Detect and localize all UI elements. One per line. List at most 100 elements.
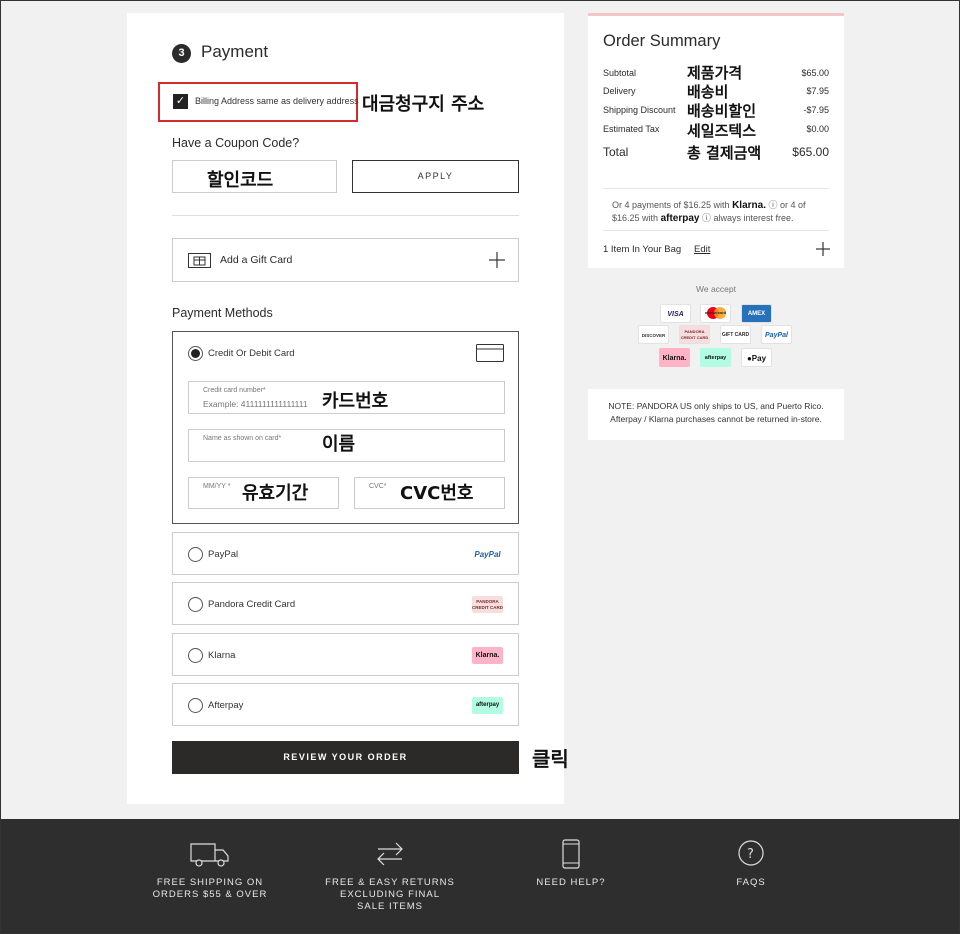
afterpay-radio[interactable] — [188, 698, 203, 713]
klarna-method[interactable]: Klarna Klarna. — [172, 633, 519, 676]
note-line-1: NOTE: PANDORA US only ships to US, and P… — [608, 401, 824, 411]
paypal-logo: PayPal — [474, 550, 501, 559]
name-annotation: 이름 — [322, 434, 356, 455]
pandora-credit-logo: PANDORA CREDIT CARD — [472, 596, 503, 613]
delivery-value: $7.95 — [806, 86, 829, 96]
billing-same-checkbox[interactable]: ✓ — [173, 94, 188, 109]
footer-shipping-line2: ORDERS $55 & OVER — [152, 889, 268, 900]
klarna-accept-logo: Klarna. — [659, 348, 690, 367]
footer-free-returns[interactable]: FREE & EASY RETURNS EXCLUDING FINAL SALE… — [320, 819, 460, 913]
paypal-accept-logo: PayPal — [761, 325, 792, 344]
review-order-button[interactable]: REVIEW YOUR ORDER — [172, 741, 519, 774]
apple-pay-text: Pay — [751, 354, 767, 363]
footer-help-label: NEED HELP? — [536, 877, 606, 888]
summary-row-tax: Estimated Tax 세일즈텍스 $0.00 — [603, 122, 829, 140]
card-number-placeholder: Example: 4111111111111111 — [203, 399, 308, 409]
installments-line-2: $16.25 with afterpay ⓘ always interest f… — [603, 212, 829, 225]
order-summary-title: Order Summary — [603, 32, 721, 50]
cvc-field[interactable]: CVC* CVC번호 — [354, 477, 505, 509]
review-annotation: 클릭 — [532, 747, 569, 771]
tax-value: $0.00 — [806, 124, 829, 134]
visa-logo: VISA — [660, 304, 691, 323]
credit-card-radio[interactable] — [188, 346, 203, 361]
exchange-arrows-icon — [377, 842, 403, 866]
apply-coupon-button[interactable]: APPLY — [352, 160, 519, 193]
total-annotation: 총 결제금액 — [687, 144, 762, 162]
discover-logo: DISCOVER — [638, 325, 669, 344]
subtotal-value: $65.00 — [801, 68, 829, 78]
billing-same-label: Billing Address same as delivery address — [195, 96, 359, 106]
klarna-label: Klarna — [208, 650, 236, 661]
we-accept-title: We accept — [695, 284, 736, 294]
footer-returns-line2: EXCLUDING FINAL — [340, 889, 440, 900]
gift-card-icon — [188, 253, 211, 268]
afterpay-logo: afterpay — [472, 697, 503, 714]
klarna-radio[interactable] — [188, 648, 203, 663]
coupon-input[interactable]: 할인코드 — [172, 160, 337, 193]
afterpay-method[interactable]: Afterpay afterpay — [172, 683, 519, 726]
pandora-credit-card-method[interactable]: Pandora Credit Card PANDORA CREDIT CARD — [172, 582, 519, 625]
installments-text-2: $16.25 with — [612, 213, 659, 223]
afterpay-label: Afterpay — [208, 700, 244, 711]
section-divider — [172, 215, 519, 216]
footer-returns-line1: FREE & EASY RETURNS — [325, 877, 455, 888]
step-number-badge: 3 — [172, 44, 191, 63]
pandora-credit-card-logo: PANDORA CREDIT CARD — [679, 325, 710, 344]
paypal-radio[interactable] — [188, 547, 203, 562]
subtotal-annotation: 제품가격 — [687, 64, 743, 82]
edit-bag-link[interactable]: Edit — [694, 244, 710, 255]
bag-count-label: 1 Item In Your Bag — [603, 244, 682, 255]
cardholder-name-field[interactable]: Name as shown on card* 이름 — [188, 429, 505, 462]
summary-row-total: Total 총 결제금액 $65.00 — [603, 144, 829, 163]
note-line-2: Afterpay / Klarna purchases cannot be re… — [610, 414, 822, 424]
footer-free-shipping[interactable]: FREE SHIPPING ON ORDERS $55 & OVER — [140, 819, 280, 901]
paypal-method[interactable]: PayPal PayPal — [172, 532, 519, 575]
billing-same-highlight[interactable]: ✓ Billing Address same as delivery addre… — [158, 82, 359, 122]
pandora-credit-label: Pandora Credit Card — [208, 599, 296, 610]
add-gift-card-label: Add a Gift Card — [220, 254, 293, 266]
footer-need-help[interactable]: NEED HELP? — [511, 819, 631, 889]
klarna-word: Klarna. — [732, 200, 766, 211]
mastercard-logo: mastercard — [700, 304, 731, 323]
add-gift-card-row[interactable]: Add a Gift Card — [172, 238, 519, 282]
footer-shipping-line1: FREE SHIPPING ON — [156, 877, 264, 888]
footer-faqs-label: FAQS — [736, 877, 766, 888]
mastercard-text: mastercard — [704, 310, 727, 315]
delivery-annotation: 배송비 — [687, 83, 729, 101]
plus-icon[interactable] — [489, 252, 505, 268]
credit-card-method-label: Credit Or Debit Card — [208, 348, 295, 359]
credit-card-method[interactable]: Credit Or Debit Card Credit card number*… — [172, 331, 519, 524]
payment-panel: 3 Payment ✓ Billing Address same as deli… — [127, 13, 564, 804]
expand-plus-icon[interactable] — [816, 242, 830, 256]
coupon-annotation: 할인코드 — [207, 170, 274, 191]
credit-card-icon — [476, 344, 504, 362]
tax-label: Estimated Tax — [603, 124, 660, 134]
expiry-field[interactable]: MM/YY * 유효기간 — [188, 477, 339, 509]
footer-faqs[interactable]: ? FAQS — [691, 819, 811, 889]
paypal-label: PayPal — [208, 549, 239, 560]
pandora-credit-radio[interactable] — [188, 597, 203, 612]
installments-text-1: Or 4 payments of $16.25 with — [612, 200, 730, 210]
klarna-logo: Klarna. — [472, 647, 503, 664]
installments-info: Or 4 payments of $16.25 with Klarna. ⓘ o… — [603, 188, 829, 225]
shipping-discount-annotation: 배송비할인 — [687, 102, 757, 120]
gift-card-logo: GIFT CARD — [720, 325, 751, 344]
card-number-label: Credit card number* — [203, 387, 266, 394]
info-icon[interactable]: ⓘ — [702, 213, 711, 223]
shipping-discount-label: Shipping Discount — [603, 105, 676, 115]
info-icon[interactable]: ⓘ — [769, 200, 778, 210]
cvc-label: CVC* — [369, 483, 387, 490]
expiry-annotation: 유효기간 — [242, 483, 309, 504]
expiry-label: MM/YY * — [203, 483, 231, 490]
phone-icon — [562, 839, 580, 869]
payment-methods-title: Payment Methods — [172, 306, 273, 320]
shipping-discount-value: -$7.95 — [803, 105, 829, 115]
afterpay-word: afterpay — [660, 213, 700, 224]
card-number-field[interactable]: Credit card number* Example: 41111111111… — [188, 381, 505, 414]
shipping-note: NOTE: PANDORA US only ships to US, and P… — [588, 389, 844, 440]
interest-free-text: always interest free. — [713, 213, 794, 223]
afterpay-accept-logo: afterpay — [700, 348, 731, 367]
subtotal-label: Subtotal — [603, 68, 637, 78]
installments-or: or 4 of — [780, 200, 806, 210]
summary-row-shipping-discount: Shipping Discount 배송비할인 -$7.95 — [603, 102, 829, 120]
